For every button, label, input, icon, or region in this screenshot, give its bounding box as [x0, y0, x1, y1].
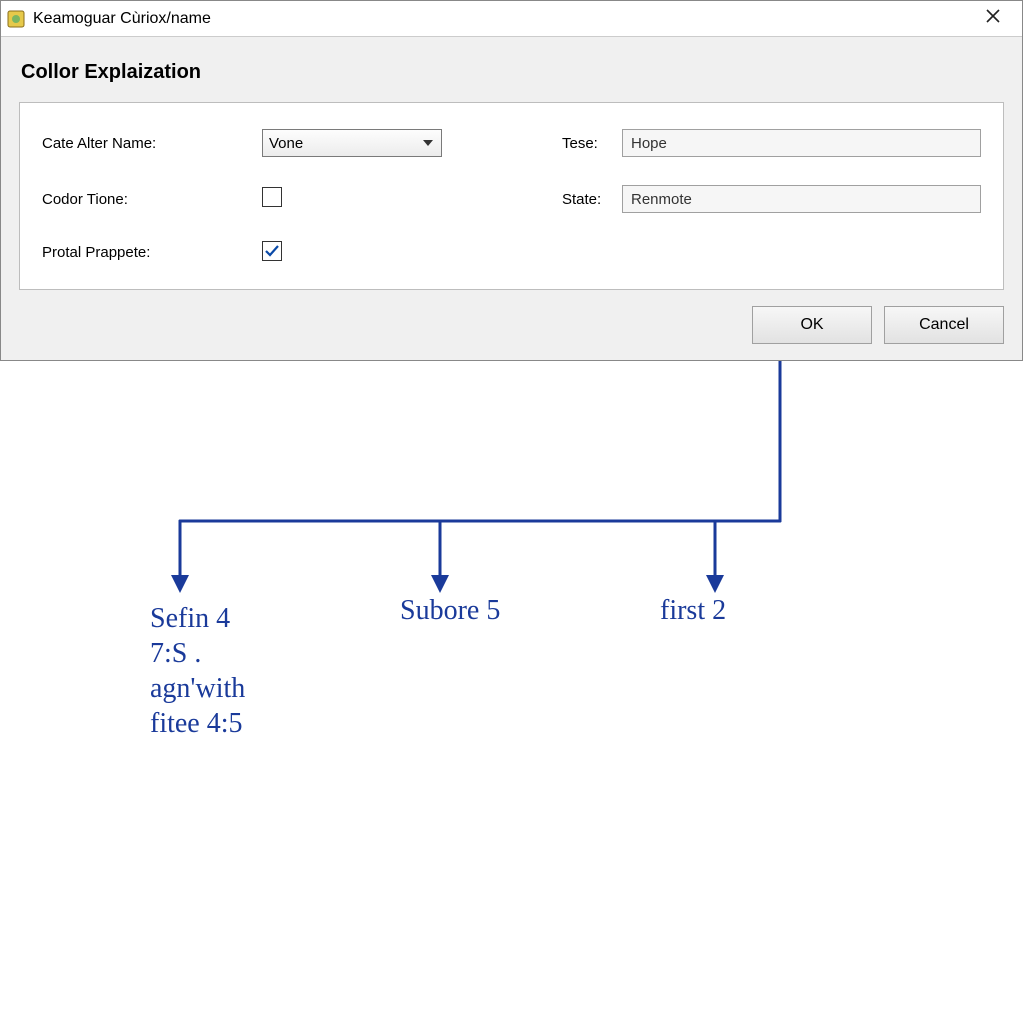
dialog-window: Keamoguar Cùriox/name Collor Explaizatio…: [0, 0, 1023, 361]
close-button[interactable]: [974, 5, 1012, 33]
chevron-down-icon: [423, 140, 433, 146]
form-group: Cate Alter Name: Vone Tese: Hope Codor T…: [19, 102, 1004, 290]
codor-tione-label: Codor Tione:: [42, 191, 262, 208]
form-row-2: Codor Tione: State: Renmote: [42, 185, 981, 213]
cate-alter-name-label: Cate Alter Name:: [42, 135, 262, 152]
codor-tione-checkbox[interactable]: [262, 187, 282, 207]
annotation-text-3: first 2: [660, 593, 726, 628]
annotation-text-1: Sefin 4 7:S . agn'with fitee 4:5: [150, 601, 245, 741]
app-icon: [7, 10, 25, 28]
cancel-button[interactable]: Cancel: [884, 306, 1004, 344]
form-row-3: Protal Prappete:: [42, 241, 981, 263]
state-label: State:: [562, 191, 622, 208]
dialog-body: Collor Explaization Cate Alter Name: Von…: [1, 37, 1022, 360]
window-title: Keamoguar Cùriox/name: [33, 10, 211, 28]
tese-label: Tese:: [562, 135, 622, 152]
annotation-text-2: Subore 5: [400, 593, 500, 628]
tese-value: Hope: [631, 135, 667, 152]
ok-button[interactable]: OK: [752, 306, 872, 344]
protal-prappete-label: Protal Prappete:: [42, 244, 262, 261]
tese-input[interactable]: Hope: [622, 129, 981, 157]
state-input[interactable]: Renmote: [622, 185, 981, 213]
cate-alter-name-combo[interactable]: Vone: [262, 129, 442, 157]
cate-alter-name-value: Vone: [269, 135, 303, 152]
handwritten-annotation: Sefin 4 7:S . agn'with fitee 4:5 Subore …: [0, 361, 1024, 921]
form-row-1: Cate Alter Name: Vone Tese: Hope: [42, 129, 981, 157]
button-row: OK Cancel: [19, 306, 1004, 344]
close-icon: [985, 7, 1001, 30]
check-icon: [264, 243, 280, 259]
titlebar: Keamoguar Cùriox/name: [1, 1, 1022, 37]
protal-prappete-checkbox[interactable]: [262, 241, 282, 261]
state-value: Renmote: [631, 191, 692, 208]
section-heading: Collor Explaization: [21, 61, 1004, 84]
